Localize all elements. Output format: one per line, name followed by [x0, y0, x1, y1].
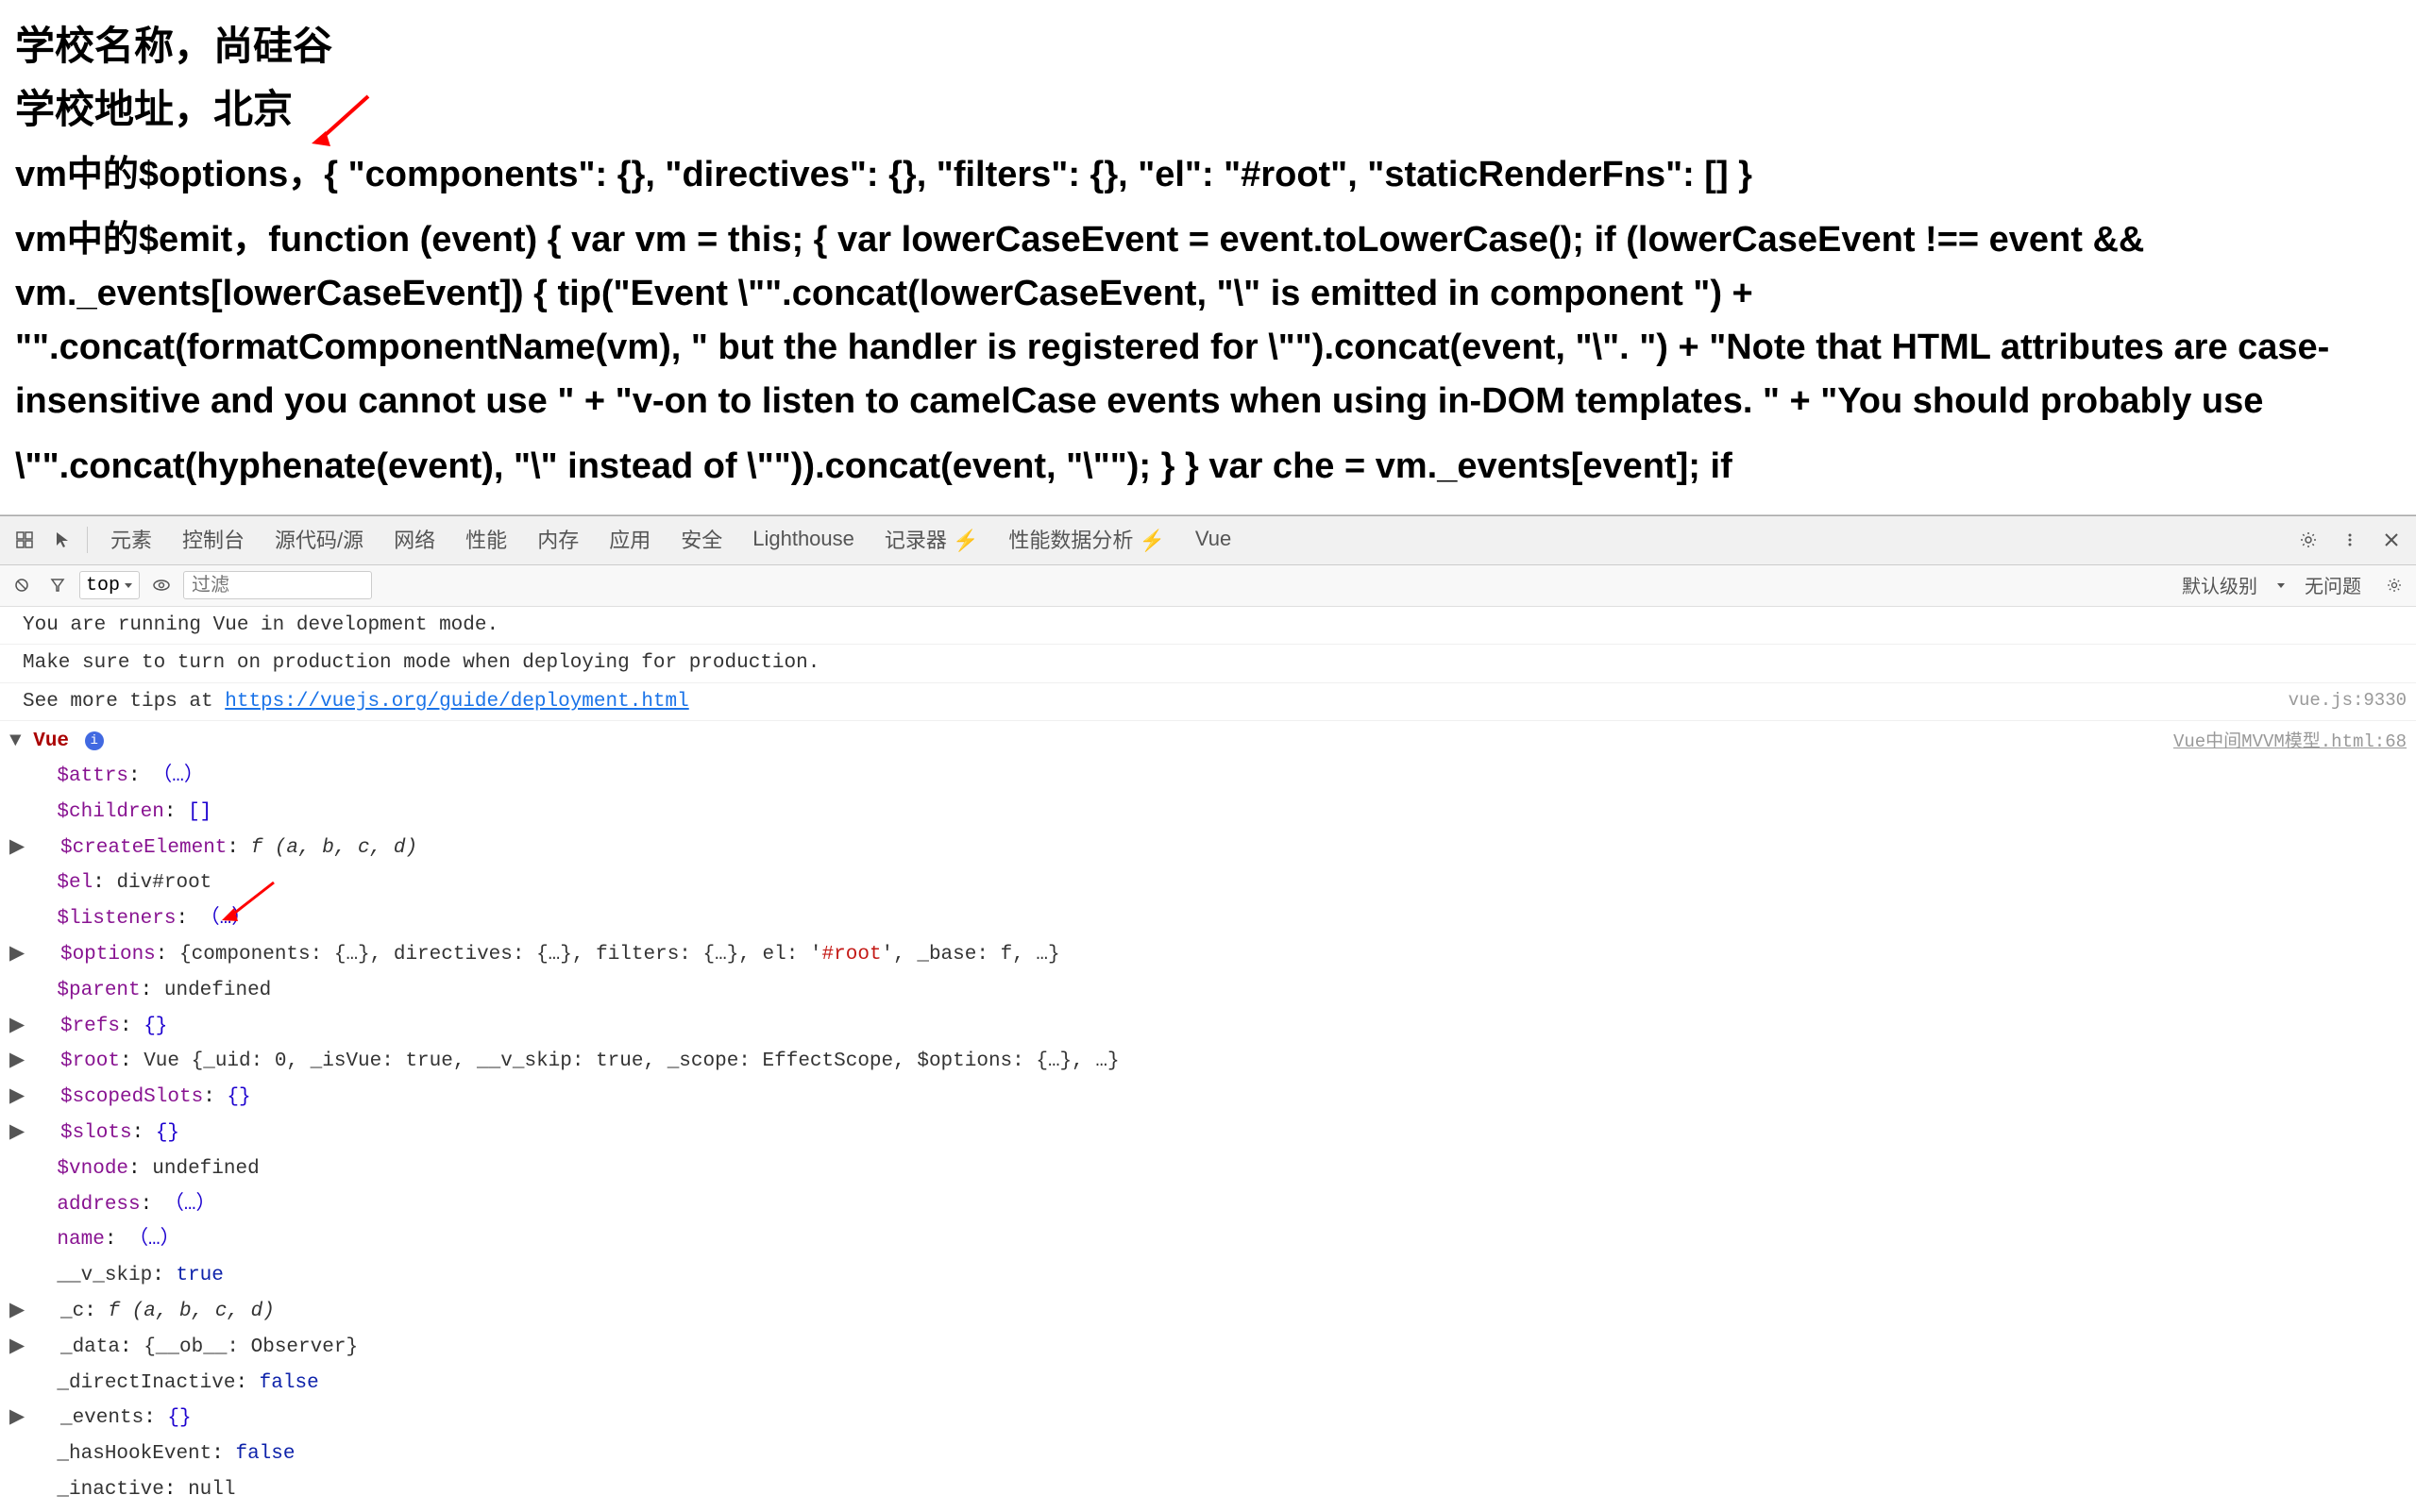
tree-item-parent: $parent: undefined: [9, 973, 2407, 1009]
tree-item-createelement: ▶ $createElement: f (a, b, c, d): [9, 831, 2407, 866]
tree-item-hashookevent: _hasHookEvent: false: [9, 1436, 2407, 1472]
console-message-2: Make sure to turn on production mode whe…: [0, 645, 2416, 683]
devtools-panel: 元素 控制台 源代码/源 网络 性能 内存 应用 安全 Lighthouse 记…: [0, 515, 2416, 1512]
vue-info-badge: i: [85, 731, 104, 750]
vm-emit-line: vm中的$emit，function (event) { var vm = th…: [15, 213, 2401, 428]
red-arrow-listeners: [217, 878, 283, 925]
tree-item-vskip: __v_skip: true: [9, 1258, 2407, 1294]
vm-emit-cont: \"".concat(hyphenate(event), "\" instea…: [15, 440, 2401, 494]
tab-elements[interactable]: 元素: [95, 515, 167, 564]
tree-item-root: ▶ $root: Vue {_uid: 0, _isVue: true, __v…: [9, 1044, 2407, 1080]
vue-tips-link[interactable]: https://vuejs.org/guide/deployment.html: [225, 691, 688, 713]
console-eye-button[interactable]: [147, 571, 176, 599]
console-filter-button[interactable]: [43, 571, 72, 599]
tab-security[interactable]: 安全: [666, 515, 737, 564]
tree-item-options: ▶ $options: {components: {…}, directives…: [9, 937, 2407, 973]
tree-item-refs: ▶ $refs: {}: [9, 1009, 2407, 1045]
console-level-label: 默认级别: [2182, 571, 2257, 599]
vue-label: Vue: [33, 731, 69, 752]
console-filter-input[interactable]: [183, 571, 372, 599]
vue-js-reference: vue.js:9330: [2289, 687, 2407, 714]
level-dropdown-icon: [2276, 580, 2286, 590]
tab-memory[interactable]: 内存: [522, 515, 594, 564]
devtools-toolbar-right: [2291, 523, 2408, 557]
tree-item-scopedslots: ▶ $scopedSlots: {}: [9, 1080, 2407, 1116]
tree-item-directinactive: _directInactive: false: [9, 1366, 2407, 1402]
tree-item-c: ▶ _c: f (a, b, c, d): [9, 1294, 2407, 1330]
tree-item-name: name: （…）: [9, 1222, 2407, 1258]
devtools-inspect-button[interactable]: [8, 523, 42, 557]
tree-item-children: $children: []: [9, 795, 2407, 831]
devtools-cursor-button[interactable]: [45, 523, 79, 557]
tab-sources[interactable]: 源代码/源: [260, 515, 379, 564]
tree-item-inactive: _inactive: null: [9, 1472, 2407, 1508]
tab-perf-insights[interactable]: 性能数据分析 ⚡: [993, 515, 1180, 564]
tree-item-attrs: $attrs: （…）: [9, 759, 2407, 795]
console-toolbar: top 默认级别 无问题: [0, 565, 2416, 607]
main-content: 学校名称，尚硅谷 学校地址，北京 vm中的$options，{ "compone…: [0, 0, 2416, 515]
school-name-line: 学校名称，尚硅谷: [15, 19, 2401, 75]
dropdown-arrow-icon: [124, 580, 133, 590]
console-clear-button[interactable]: [8, 571, 36, 599]
tab-application[interactable]: 应用: [594, 515, 666, 564]
top-label: top: [86, 575, 120, 596]
console-message-3: See more tips at https://vuejs.org/guide…: [0, 683, 2416, 722]
devtools-toolbar: 元素 控制台 源代码/源 网络 性能 内存 应用 安全 Lighthouse 记…: [0, 516, 2416, 565]
tab-network[interactable]: 网络: [379, 515, 450, 564]
toolbar-separator: [87, 527, 88, 553]
tree-item-vnode: $vnode: undefined: [9, 1151, 2407, 1187]
devtools-tabs: 元素 控制台 源代码/源 网络 性能 内存 应用 安全 Lighthouse 记…: [95, 515, 2288, 564]
devtools-settings-button[interactable]: [2291, 523, 2325, 557]
tree-item-events: ▶ _events: {}: [9, 1401, 2407, 1436]
tab-console[interactable]: 控制台: [167, 515, 260, 564]
console-issues-label: 无问题: [2305, 571, 2361, 599]
tree-item-data: ▶ _data: {__ob__: Observer}: [9, 1330, 2407, 1366]
console-body: You are running Vue in development mode.…: [0, 607, 2416, 1512]
school-address-line: 学校地址，北京: [15, 82, 293, 138]
tab-vue[interactable]: Vue: [1180, 515, 1246, 564]
tree-item-slots: ▶ $slots: {}: [9, 1116, 2407, 1151]
vue-collapse-arrow[interactable]: ▼: [9, 731, 22, 752]
console-settings-button[interactable]: [2380, 571, 2408, 599]
tree-item-listeners: $listeners: （…）: [9, 901, 2407, 937]
tab-performance[interactable]: 性能: [450, 515, 522, 564]
console-message-1: You are running Vue in development mode.: [0, 607, 2416, 646]
console-context-dropdown[interactable]: top: [79, 571, 140, 599]
tab-lighthouse[interactable]: Lighthouse: [737, 515, 870, 564]
vue-object-header: ▼ Vue i Vue中间MVVM模型.html:68: [9, 725, 2407, 759]
vue-object-tree: ▼ Vue i Vue中间MVVM模型.html:68 $attrs: （…） …: [0, 721, 2416, 1511]
red-arrow-annotation: [302, 92, 378, 148]
tree-item-el: $el: div#root: [9, 865, 2407, 901]
devtools-close-button[interactable]: [2374, 523, 2408, 557]
tree-item-address: address: （…）: [9, 1187, 2407, 1223]
devtools-more-button[interactable]: [2333, 523, 2367, 557]
vm-options-line: vm中的$options，{ "components": {}, "direct…: [15, 148, 2401, 202]
vue-source-link[interactable]: Vue中间MVVM模型.html:68: [2173, 727, 2407, 757]
tab-recorder[interactable]: 记录器 ⚡: [870, 515, 994, 564]
